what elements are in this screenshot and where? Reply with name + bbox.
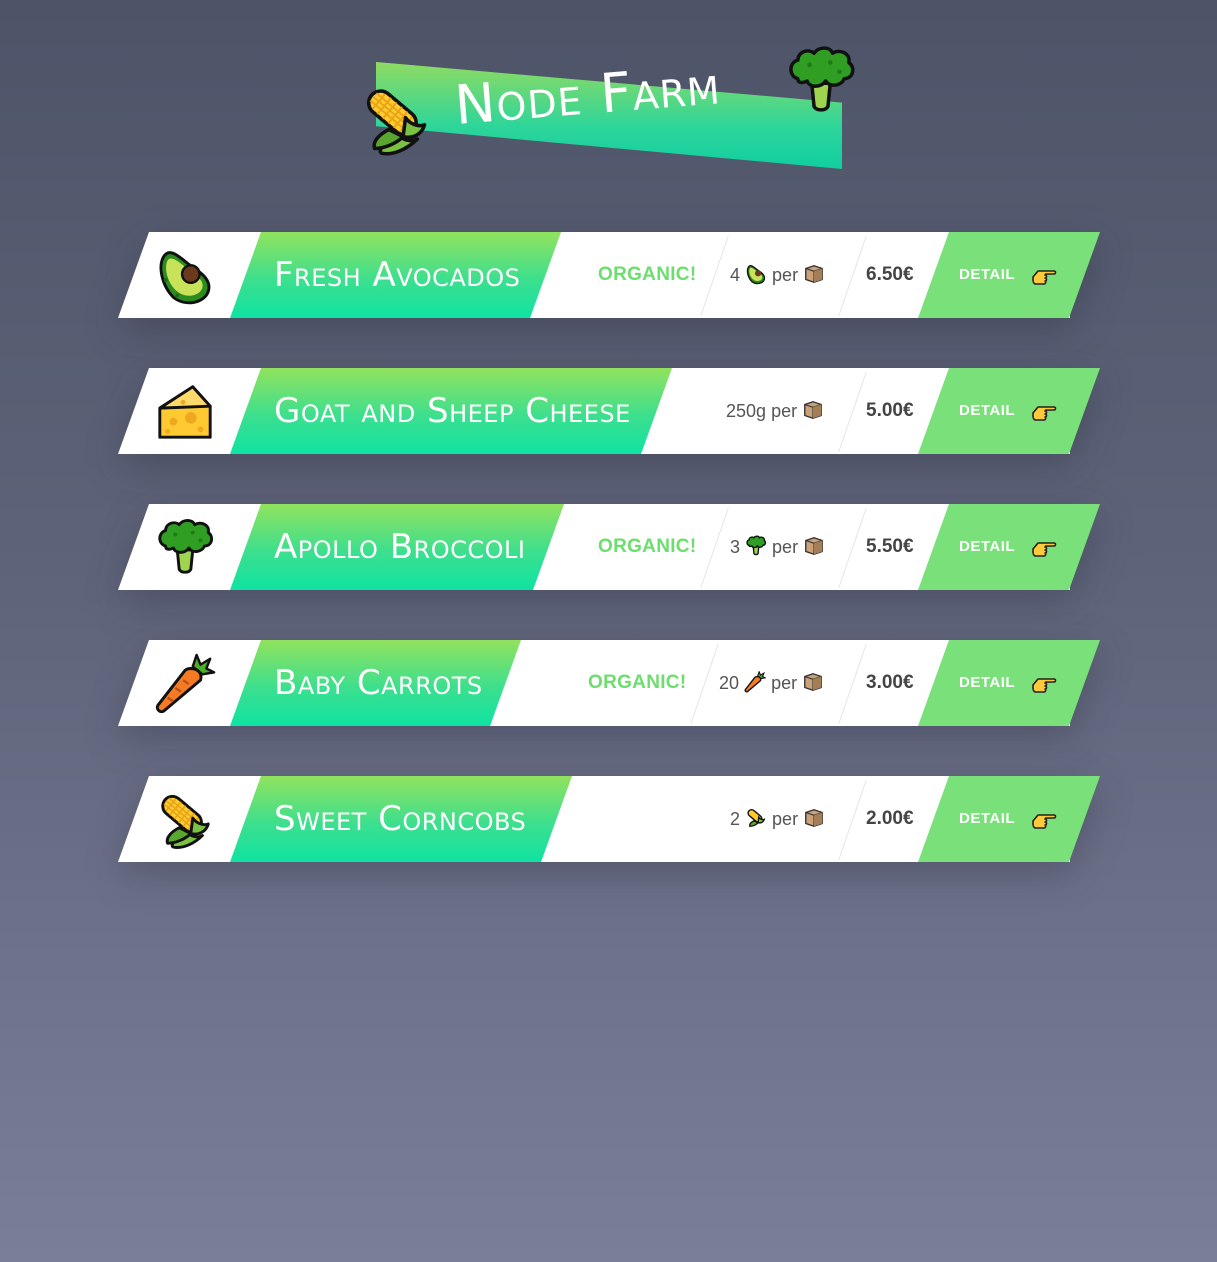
quantity-info: 20 per	[719, 640, 824, 726]
box-icon	[804, 673, 823, 691]
detail-button[interactable]: DETAIL	[918, 232, 1100, 318]
product-price: 5.00€	[866, 400, 914, 421]
product-price: 6.50€	[866, 264, 914, 285]
detail-button[interactable]: DETAIL	[918, 776, 1100, 862]
product-name: Apollo Broccoli	[274, 527, 526, 567]
quantity-value: 3	[730, 537, 741, 557]
corn-icon	[366, 89, 427, 156]
product-card: Sweet Corncobs 2 per 2.00€ DETAIL	[118, 776, 1100, 862]
pointing-hand-icon	[1032, 814, 1057, 829]
product-card: Fresh Avocados ORGANIC! 4 per 6.50€ DETA…	[118, 232, 1100, 318]
product-price: 2.00€	[866, 808, 914, 829]
carrot-icon	[155, 653, 216, 714]
organic-badge: ORGANIC!	[598, 264, 697, 285]
carrot-icon	[744, 670, 768, 693]
per-label: per	[771, 401, 798, 421]
product-card: Goat and Sheep Cheese 250g per 5.00€ DET…	[118, 368, 1100, 454]
broccoli-icon	[789, 46, 855, 112]
product-name: Baby Carrots	[274, 663, 483, 703]
per-label: per	[772, 809, 799, 829]
pointing-hand-icon	[1032, 406, 1057, 421]
pointing-hand-icon	[1032, 542, 1057, 557]
cheese-icon	[158, 385, 212, 439]
product-card: Apollo Broccoli ORGANIC! 3 per 5.50€ DET…	[118, 504, 1100, 590]
detail-label: DETAIL	[959, 266, 1016, 283]
broccoli-icon	[746, 535, 767, 556]
box-icon	[805, 809, 824, 827]
avocado-icon	[159, 251, 211, 305]
product-name-band: Baby Carrots	[230, 640, 521, 726]
box-icon	[805, 537, 824, 555]
broccoli-icon	[158, 518, 214, 574]
product-name-band: Goat and Sheep Cheese	[230, 368, 672, 454]
pointing-hand-icon	[1032, 270, 1057, 285]
per-label: per	[771, 673, 798, 693]
detail-label: DETAIL	[959, 674, 1016, 691]
avocado-icon	[746, 265, 766, 285]
quantity-value: 2	[730, 809, 741, 829]
organic-badge: ORGANIC!	[598, 536, 697, 557]
quantity-value: 20	[719, 673, 740, 693]
product-name: Fresh Avocados	[274, 255, 521, 295]
pointing-hand-icon	[1032, 678, 1057, 693]
product-price: 5.50€	[866, 536, 914, 557]
product-name-band: Sweet Corncobs	[230, 776, 572, 862]
box-icon	[805, 265, 824, 283]
product-name-band: Apollo Broccoli	[230, 504, 564, 590]
per-label: per	[772, 537, 799, 557]
detail-button[interactable]: DETAIL	[918, 640, 1100, 726]
product-price: 3.00€	[866, 672, 914, 693]
product-name-band: Fresh Avocados	[230, 232, 561, 318]
product-name: Goat and Sheep Cheese	[274, 391, 631, 431]
quantity-info: 250g per	[726, 368, 824, 454]
detail-label: DETAIL	[959, 538, 1016, 555]
product-card: Baby Carrots ORGANIC! 20 per 3.00€ DETAI…	[118, 640, 1100, 726]
detail-button[interactable]: DETAIL	[918, 504, 1100, 590]
product-name: Sweet Corncobs	[274, 799, 527, 839]
detail-label: DETAIL	[959, 402, 1016, 419]
corn-icon	[161, 794, 210, 849]
quantity-value: 250g	[726, 401, 767, 421]
organic-badge: ORGANIC!	[588, 672, 687, 693]
detail-label: DETAIL	[959, 810, 1016, 827]
site-header: Node Farm	[0, 0, 1217, 200]
quantity-info: 2 per	[730, 776, 825, 862]
quantity-info: 4 per	[730, 232, 825, 318]
detail-button[interactable]: DETAIL	[918, 368, 1100, 454]
quantity-value: 4	[730, 265, 741, 285]
per-label: per	[772, 265, 799, 285]
box-icon	[804, 401, 823, 419]
corn-icon	[747, 808, 766, 827]
quantity-info: 3 per	[730, 504, 825, 590]
